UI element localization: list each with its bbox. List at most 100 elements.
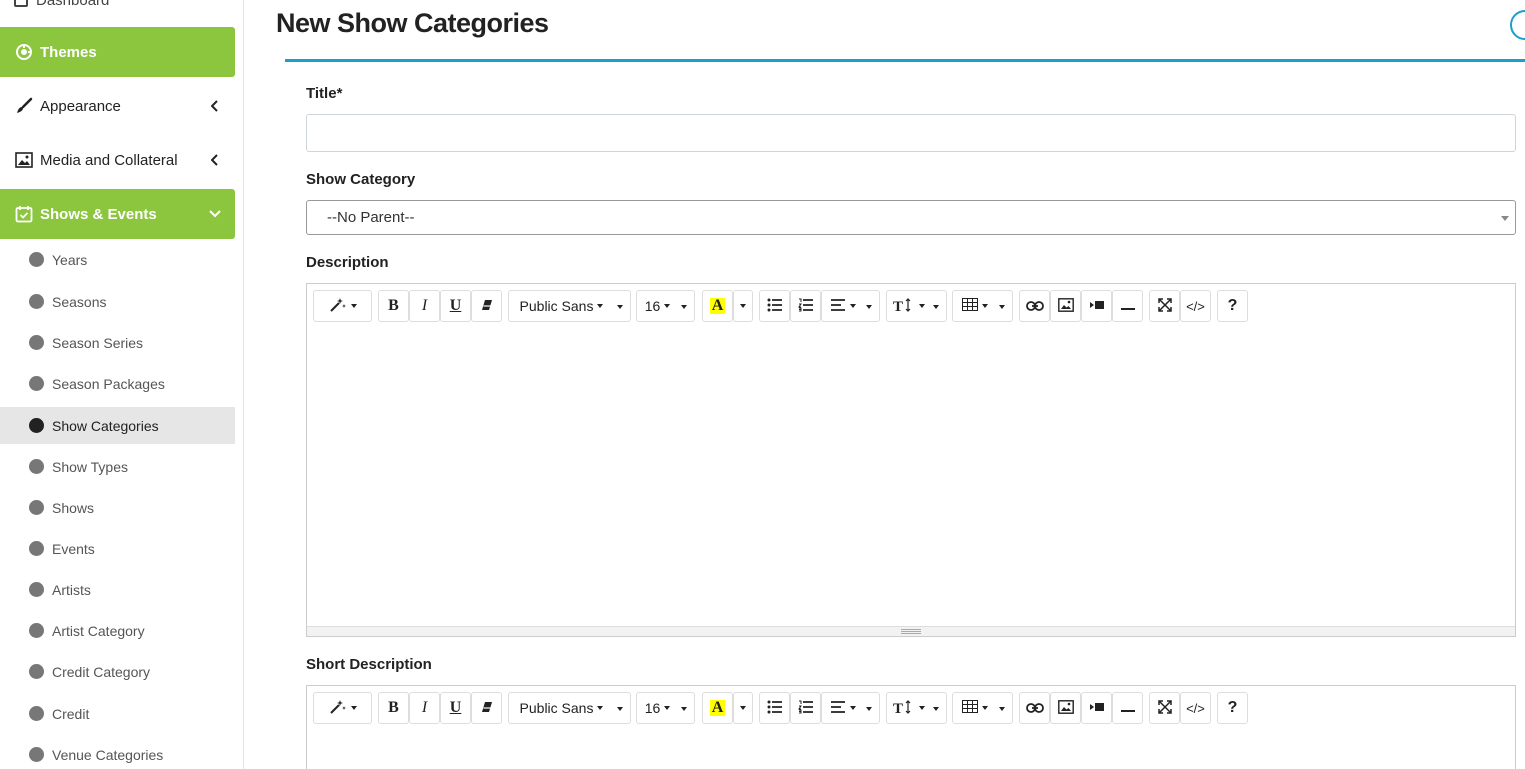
line-height-dropdown[interactable]: T: [886, 290, 947, 322]
underline-button[interactable]: U: [440, 692, 471, 724]
picture-icon: [1057, 699, 1074, 717]
bullet-icon: [29, 664, 44, 679]
sidebar-item-themes[interactable]: Themes: [0, 27, 235, 77]
sidebar-item-media-and-collateral[interactable]: Media and Collateral: [0, 135, 235, 185]
sidebar-subitem-label: Seasons: [52, 293, 107, 310]
font-size-dropdown[interactable]: 16: [636, 290, 695, 322]
sidebar-subitem-artists[interactable]: Artists: [0, 571, 235, 608]
sidebar-subitem-season-packages[interactable]: Season Packages: [0, 365, 235, 402]
help-button[interactable]: ?: [1217, 290, 1248, 322]
font-family-dropdown[interactable]: Public Sans: [508, 692, 631, 724]
highlight-color-button[interactable]: A: [702, 290, 733, 322]
short-description-editor[interactable]: B I U Public Sans 16 A T </> ?: [306, 685, 1516, 769]
color-dropdown-button[interactable]: [733, 692, 753, 724]
bullet-icon: [29, 706, 44, 721]
code-view-button[interactable]: </>: [1180, 290, 1211, 322]
horizontal-line-icon: [1120, 298, 1135, 314]
bold-button[interactable]: B: [378, 290, 409, 322]
clear-format-button[interactable]: [471, 692, 502, 724]
sidebar-subitem-show-categories[interactable]: Show Categories: [0, 407, 235, 444]
align-left-icon: [830, 700, 846, 716]
highlight-color-button[interactable]: A: [702, 692, 733, 724]
paintbrush-icon: [14, 96, 34, 116]
description-editor[interactable]: B I U Public Sans 16 A T </> ?: [306, 283, 1516, 637]
font-family-value: Public Sans: [519, 700, 594, 716]
page-title: New Show Categories: [276, 8, 549, 38]
sidebar-subitem-season-series[interactable]: Season Series: [0, 324, 235, 361]
magic-wand-icon: [329, 297, 347, 316]
bold-button[interactable]: B: [378, 692, 409, 724]
expand-icon: [1157, 297, 1172, 315]
caret-down-icon: [597, 706, 604, 710]
sidebar-subitem-artist-category[interactable]: Artist Category: [0, 612, 235, 649]
sidebar-subitem-shows[interactable]: Shows: [0, 489, 235, 526]
font-family-dropdown[interactable]: Public Sans: [508, 290, 631, 322]
sidebar-subitem-label: Credit Category: [52, 663, 151, 680]
italic-button[interactable]: I: [409, 692, 440, 724]
insert-video-button[interactable]: [1081, 692, 1112, 724]
bullet-icon: [29, 747, 44, 762]
insert-link-button[interactable]: [1019, 692, 1050, 724]
sidebar-subitem-years[interactable]: Years: [0, 241, 235, 278]
sidebar-subitem-credit-category[interactable]: Credit Category: [0, 653, 235, 690]
caret-down-icon: [918, 304, 925, 308]
unordered-list-button[interactable]: [759, 290, 790, 322]
ordered-list-button[interactable]: [790, 290, 821, 322]
sidebar-subitem-events[interactable]: Events: [0, 530, 235, 567]
sidebar-item-appearance[interactable]: Appearance: [0, 81, 235, 131]
insert-video-button[interactable]: [1081, 290, 1112, 322]
unordered-list-button[interactable]: [759, 692, 790, 724]
underline-button[interactable]: U: [440, 290, 471, 322]
sidebar-subitem-seasons[interactable]: Seasons: [0, 283, 235, 320]
help-button[interactable]: ?: [1217, 692, 1248, 724]
caret-down-icon: [681, 305, 687, 309]
title-input[interactable]: [306, 114, 1516, 152]
insert-image-button[interactable]: [1050, 692, 1081, 724]
clear-format-button[interactable]: [471, 290, 502, 322]
sidebar-item-shows-and-events[interactable]: Shows & Events: [0, 189, 235, 239]
bullet-icon: [29, 418, 44, 433]
svg-text:T: T: [893, 701, 903, 714]
ordered-list-button[interactable]: [790, 692, 821, 724]
magic-wand-icon: [329, 699, 347, 718]
sidebar-subitem-venue-categories[interactable]: Venue Categories: [0, 736, 235, 769]
color-dropdown-button[interactable]: [733, 290, 753, 322]
code-view-button[interactable]: </>: [1180, 692, 1211, 724]
font-size-dropdown[interactable]: 16: [636, 692, 695, 724]
bullet-list-icon: [767, 700, 783, 717]
bullet-icon: [29, 541, 44, 556]
horizontal-rule-button[interactable]: [1112, 290, 1143, 322]
expand-icon: [1157, 699, 1172, 717]
font-size-value: 16: [644, 700, 661, 716]
line-height-dropdown[interactable]: T: [886, 692, 947, 724]
sidebar-subitem-show-types[interactable]: Show Types: [0, 448, 235, 485]
calendar-check-icon: [14, 204, 34, 224]
sidebar-subitem-credit[interactable]: Credit: [0, 695, 235, 732]
horizontal-rule-button[interactable]: [1112, 692, 1143, 724]
italic-button[interactable]: I: [409, 290, 440, 322]
table-dropdown[interactable]: [952, 290, 1013, 322]
bullet-icon: [29, 252, 44, 267]
editor-resize-handle[interactable]: [307, 626, 1515, 636]
insert-image-button[interactable]: [1050, 290, 1081, 322]
fullscreen-button[interactable]: [1149, 692, 1180, 724]
fullscreen-button[interactable]: [1149, 290, 1180, 322]
insert-link-button[interactable]: [1019, 290, 1050, 322]
image-icon: [14, 150, 34, 170]
show-category-select[interactable]: --No Parent--: [306, 200, 1516, 235]
magic-style-button[interactable]: [313, 290, 372, 322]
sidebar-subitem-label: Artists: [52, 581, 91, 598]
magic-style-button[interactable]: [313, 692, 372, 724]
dashboard-icon: [14, 0, 28, 7]
sidebar: Dashboard Themes Appearance Media and Co…: [0, 0, 244, 769]
paragraph-align-dropdown[interactable]: [821, 290, 880, 322]
help-icon[interactable]: [1510, 10, 1525, 40]
caret-down-icon: [664, 304, 671, 308]
sidebar-subitem-label: Shows: [52, 499, 95, 516]
link-icon: [1025, 298, 1044, 314]
sidebar-item-dashboard[interactable]: Dashboard: [14, 0, 109, 9]
paragraph-align-dropdown[interactable]: [821, 692, 880, 724]
video-icon: [1089, 700, 1105, 716]
table-dropdown[interactable]: [952, 692, 1013, 724]
caret-down-icon: [664, 706, 671, 710]
